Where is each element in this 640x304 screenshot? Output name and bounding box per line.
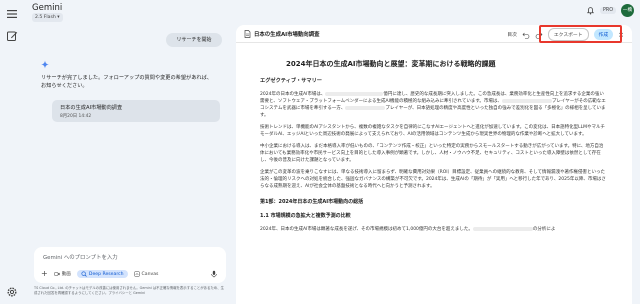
prompt-box[interactable]: Gemini へのプロンプトを入力 + 動画 Deep Research Can… [34,247,226,283]
gemini-spark-icon [41,60,49,69]
document-body: 2024年日本の生成AI市場動向と展望：変革期における戦略的課題 エグゼクティブ… [260,59,606,238]
tool-deep-research[interactable]: Deep Research [76,270,128,278]
paragraph-4: 企業がこの変革の波を乗りこなすには、単なる技術導入に留まらず、明確な費用対効果（… [260,170,606,189]
prompt-toolbar: + 動画 Deep Research Canvas [41,270,158,278]
add-icon[interactable]: + [41,270,48,278]
redacted-text [325,91,384,96]
section-heading: エグゼクティブ・サマリー [260,78,322,84]
paragraph-1: 2024年の日本の生成AI市場は、 億円に達し、歴史的な成長期に突入しました。この… [260,91,606,118]
part-heading: 第1部：2024年日本の生成AI市場動向の総括 [260,199,364,205]
brand-title: Gemini [32,3,63,13]
reply-line-2: お知らせください。 [41,83,88,89]
highlight-box [539,25,622,43]
assistant-reply: リサーチが完了しました。フォローアップの質問や変更の希望があれば、 お知らせくだ… [41,74,221,90]
microphone-icon[interactable] [210,270,218,278]
settings-gear-icon[interactable] [6,286,18,298]
footer-disclaimer: TS Cloud Co., Ltd. のチャットはモデルの改善には使用されません… [34,286,224,295]
subsection-heading: 1.1 市場規模の急拡大と複数予測の比較 [260,213,351,219]
header-actions: PRO 一橋 [586,4,634,17]
user-message-bubble: リサーチを開始 [166,33,222,47]
video-icon [53,272,60,276]
reply-line-1: リサーチが完了しました。フォローアップの質問や変更の希望があれば、 [41,75,212,81]
undo-icon[interactable] [522,31,530,39]
paragraph-3: 中小企業における導入は、まだ本格導入率が低いものの、「コンテンツ作成・校正」とい… [260,144,604,163]
deep-research-icon [81,271,87,277]
new-chat-icon[interactable] [6,30,18,42]
tool-video-label: 動画 [61,272,71,277]
document-card[interactable]: 日本の生成AI市場動向調査 8月20日 14:42 [52,100,220,122]
document-title: 2024年日本の生成AI市場動向と展望：変革期における戦略的課題 [286,60,496,68]
toc-button[interactable]: 目次 [507,31,517,38]
avatar[interactable]: 一橋 [621,4,634,17]
redacted-text [345,105,386,110]
document-card-title: 日本の生成AI市場動向調査 [60,105,123,111]
paragraph-2: 技術トレンドは、単機能のAIアシスタントから、複数の複雑なタスクを自律的にこなす… [260,125,606,137]
tool-canvas-label: Canvas [141,271,159,277]
model-selector[interactable]: 2.5 Flash ▾ [32,13,63,22]
document-canvas-panel: 日本の生成AI市場動向調査 目次 エクスポート 作成 × 2024年日本の生成A… [236,25,632,304]
pro-badge: PRO [599,7,616,14]
tool-deep-research-label: Deep Research [88,271,124,277]
paragraph-5: 2024年、日本の生成AI市場は顕著な成長を遂げ、その市場規模は初めて1,000… [260,226,556,232]
canvas-icon [133,271,140,277]
gemini-app: Gemini 2.5 Flash ▾ PRO 一橋 リサーチを開始 リサーチが完… [0,0,640,304]
menu-icon[interactable] [6,8,18,20]
document-icon [244,30,251,38]
redacted-text [501,98,552,103]
left-rail [0,0,24,304]
panel-title: 日本の生成AI市場動向調査 [254,32,320,38]
panel-toolbar: 日本の生成AI市場動向調査 目次 エクスポート 作成 × [236,25,632,43]
prompt-input[interactable]: Gemini へのプロンプトを入力 [43,253,118,261]
tool-canvas[interactable]: Canvas [133,271,159,277]
document-card-date: 8月20日 14:42 [60,114,92,119]
redacted-text [472,226,533,231]
notification-icon[interactable] [586,6,595,15]
tool-video[interactable]: 動画 [53,271,71,277]
